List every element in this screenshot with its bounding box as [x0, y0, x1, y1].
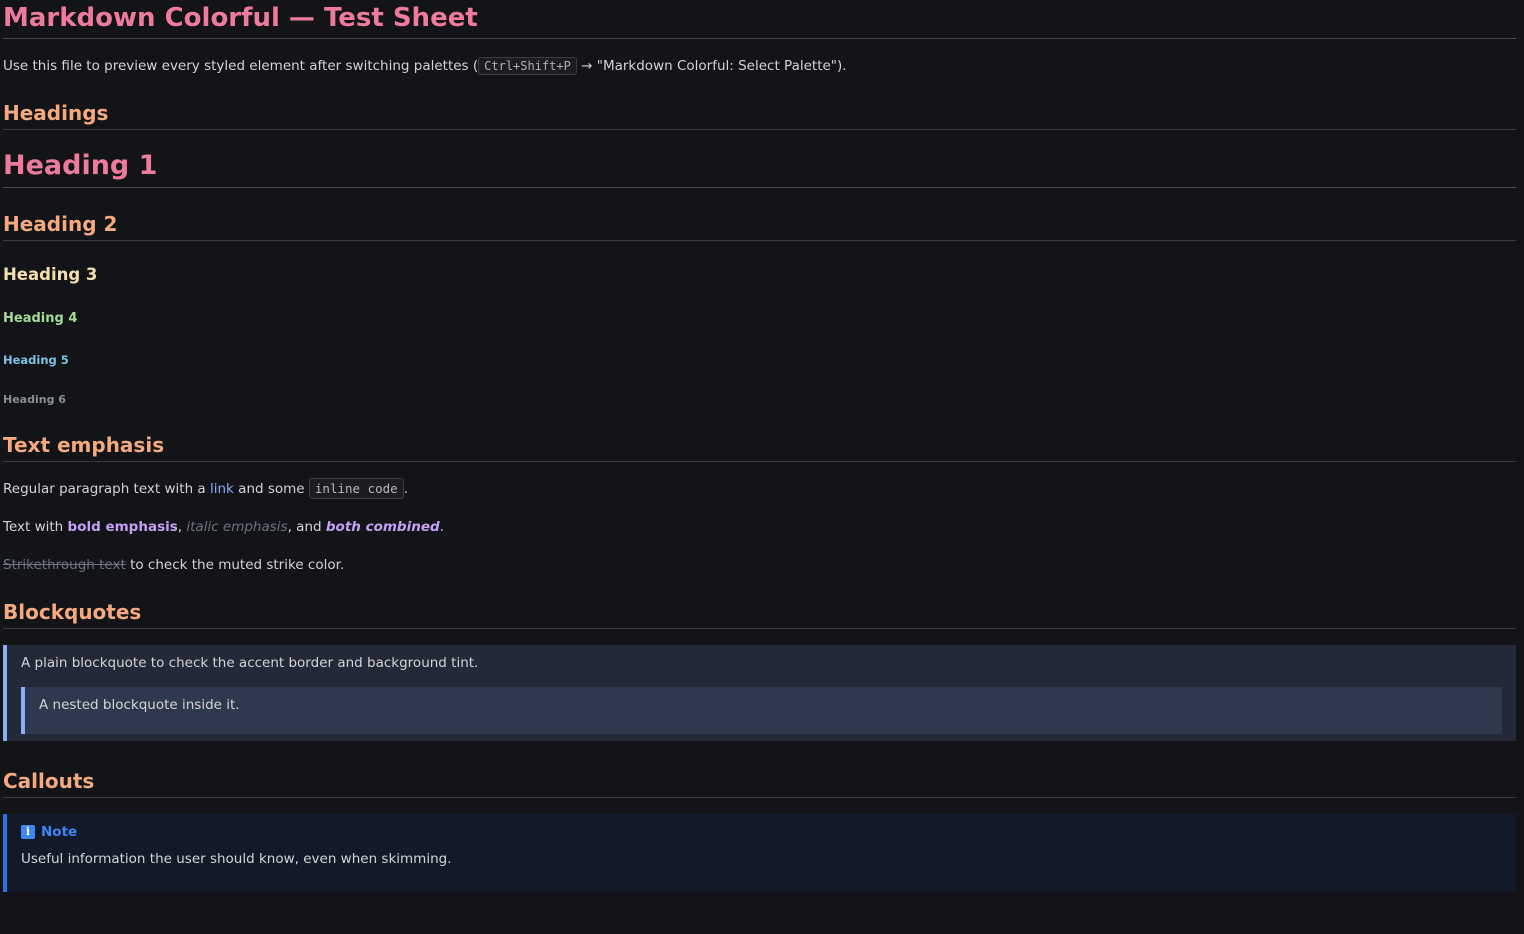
nested-blockquote-text: A nested blockquote inside it. — [39, 697, 240, 713]
section-heading-blockquotes: Blockquotes — [3, 598, 1516, 629]
paragraph-link-code: Regular paragraph text with a link and s… — [3, 478, 1516, 500]
callout-body: Useful information the user should know,… — [21, 851, 452, 867]
info-icon: i — [21, 825, 35, 839]
paragraph-text: . — [403, 481, 408, 497]
bold-italic-text: both combined — [325, 519, 440, 535]
section-heading-callouts: Callouts — [3, 767, 1516, 798]
demo-heading-3: Heading 3 — [3, 265, 98, 284]
demo-heading-2: Heading 2 — [3, 210, 1516, 241]
callout-title-text: Note — [41, 824, 78, 840]
paragraph-text: , and — [287, 519, 326, 535]
blockquote-text: A plain blockquote to check the accent b… — [21, 655, 479, 671]
intro-paragraph: Use this file to preview every styled el… — [3, 55, 1516, 77]
blockquote: A plain blockquote to check the accent b… — [3, 645, 1516, 741]
markdown-preview: Markdown Colorful — Test Sheet Use this … — [0, 0, 1524, 892]
callout-note: i Note Useful information the user shoul… — [3, 814, 1516, 892]
paragraph-text: . — [439, 519, 444, 535]
strikethrough-text: Strikethrough text — [3, 557, 126, 573]
bold-text: bold emphasis — [67, 519, 178, 535]
link[interactable]: link — [210, 481, 234, 497]
paragraph-text: Regular paragraph text with a — [3, 481, 210, 497]
nested-blockquote: A nested blockquote inside it. — [21, 687, 1502, 734]
paragraph-strikethrough: Strikethrough text to check the muted st… — [3, 554, 1516, 576]
italic-text: italic emphasis — [186, 519, 288, 535]
shortcut-code: Ctrl+Shift+P — [478, 57, 577, 75]
section-heading-headings: Headings — [3, 99, 1516, 130]
demo-heading-6: Heading 6 — [3, 393, 66, 406]
callout-title: i Note — [21, 822, 1502, 842]
section-heading-emphasis: Text emphasis — [3, 431, 1516, 462]
paragraph-text: to check the muted strike color. — [125, 557, 345, 573]
inline-code: inline code — [308, 478, 404, 499]
demo-heading-1: Heading 1 — [3, 148, 1516, 188]
intro-text-after: → "Markdown Colorful: Select Palette"). — [576, 58, 847, 74]
demo-heading-5: Heading 5 — [3, 353, 69, 367]
page-title: Markdown Colorful — Test Sheet — [3, 0, 1516, 39]
paragraph-emphasis: Text with bold emphasis, italic emphasis… — [3, 516, 1516, 538]
intro-text-before: Use this file to preview every styled el… — [3, 58, 479, 74]
demo-heading-4: Heading 4 — [3, 311, 78, 326]
paragraph-text: Text with — [3, 519, 68, 535]
paragraph-text: and some — [233, 481, 309, 497]
